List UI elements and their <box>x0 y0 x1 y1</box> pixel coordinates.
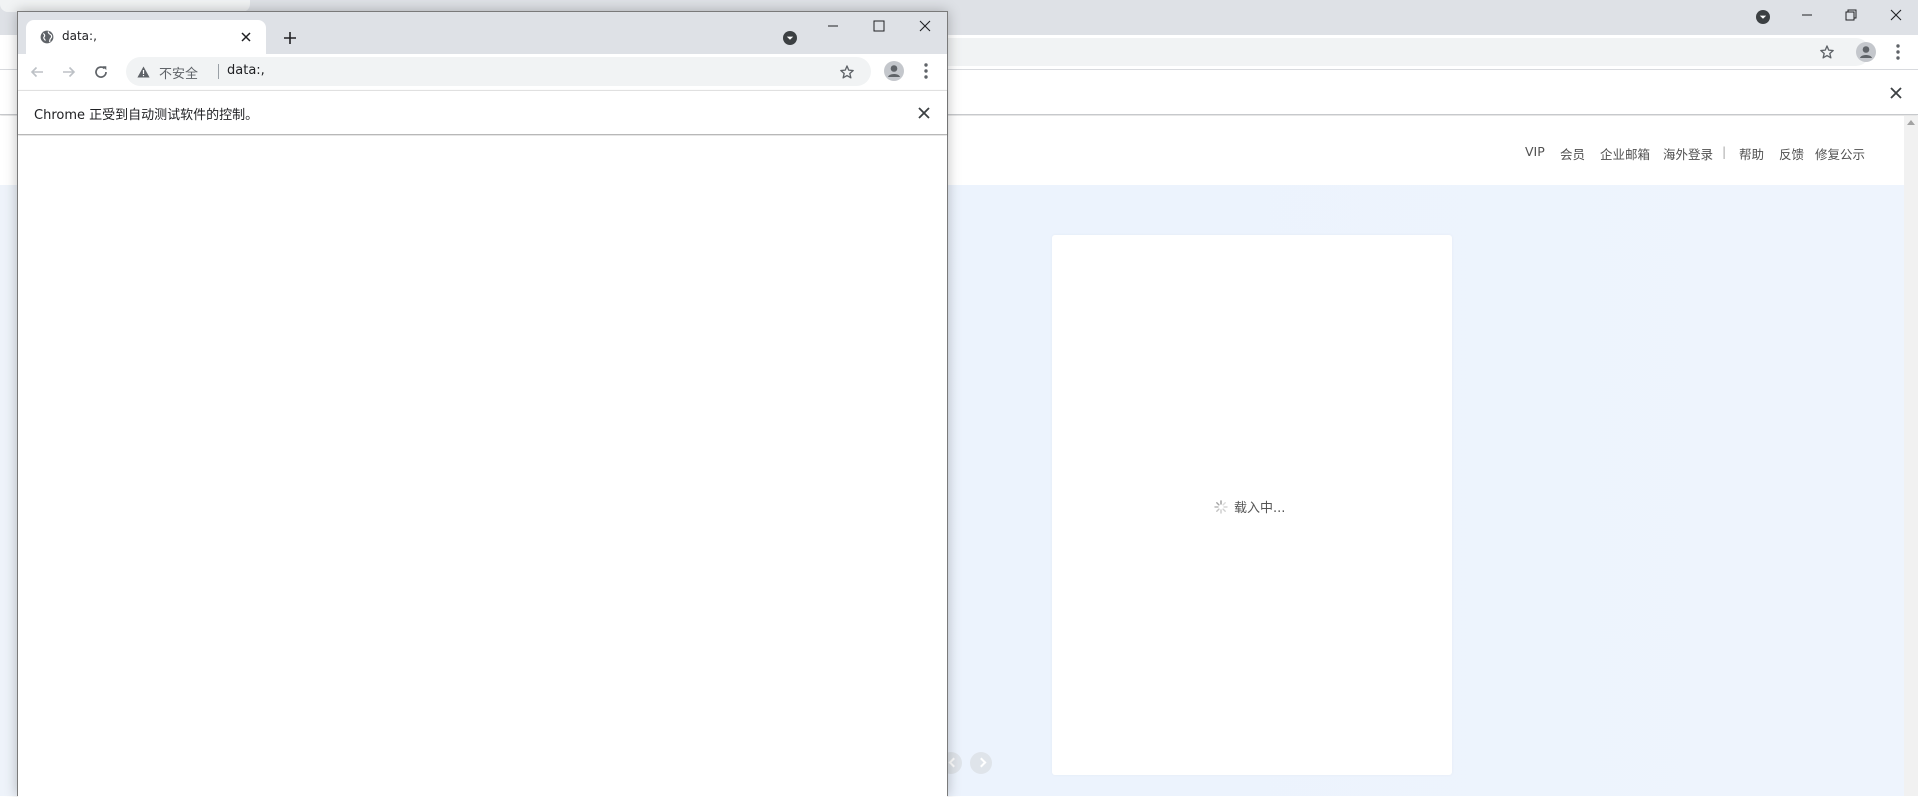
new-tab-icon[interactable] <box>279 27 301 49</box>
toolbar: 不安全 data:, <box>18 54 947 90</box>
loading-text: 载入中... <box>1234 501 1286 516</box>
page-scrollbar[interactable] <box>1904 116 1918 796</box>
menu-kebab-icon[interactable] <box>1888 41 1908 63</box>
title-bar: data:, <box>18 12 947 54</box>
nav-separator: | <box>1722 144 1727 159</box>
close-window-icon[interactable] <box>910 14 940 38</box>
maximize-icon[interactable] <box>864 14 894 38</box>
carousel-next-icon[interactable] <box>970 752 992 774</box>
nav-link-help[interactable]: 帮助 <box>1739 144 1764 163</box>
tab-search-icon[interactable] <box>1752 6 1774 28</box>
address-bar[interactable]: 不安全 data:, <box>126 57 871 86</box>
nav-link-vip[interactable]: VIP <box>1525 144 1545 159</box>
url-text[interactable]: data:, <box>227 63 265 78</box>
minimize-icon[interactable] <box>818 14 848 38</box>
blank-page-content <box>18 136 947 797</box>
foreground-browser-window: data:, 不安全 data:, Chrome 正受到自动测试软件的控制。 <box>17 11 948 797</box>
nav-link-member[interactable]: 会员 <box>1560 144 1585 163</box>
loading-spinner-icon <box>1214 500 1228 514</box>
minimize-icon[interactable] <box>1794 3 1820 27</box>
automation-infobar: Chrome 正受到自动测试软件的控制。 <box>18 90 947 135</box>
tab-title: data:, <box>62 29 97 43</box>
warning-icon[interactable] <box>136 64 151 79</box>
infobar-close-icon[interactable] <box>1886 83 1906 103</box>
infobar-close-icon[interactable] <box>915 104 933 122</box>
profile-avatar-icon[interactable] <box>882 59 906 83</box>
globe-icon <box>39 29 55 45</box>
reload-icon[interactable] <box>90 61 112 83</box>
bookmark-star-icon[interactable] <box>838 63 856 81</box>
nav-link-repair-notice[interactable]: 修复公示 <box>1815 144 1865 163</box>
tab-search-icon[interactable] <box>779 27 801 49</box>
forward-arrow-icon[interactable] <box>58 61 80 83</box>
close-window-icon[interactable] <box>1883 3 1909 27</box>
omnibox-divider <box>218 64 219 79</box>
nav-link-overseas-login[interactable]: 海外登录 <box>1663 144 1713 163</box>
security-status-label[interactable]: 不安全 <box>159 63 198 82</box>
bookmark-star-icon[interactable] <box>1816 41 1838 63</box>
nav-link-enterprise-mail[interactable]: 企业邮箱 <box>1600 144 1650 163</box>
menu-kebab-icon[interactable] <box>916 60 936 82</box>
scroll-up-arrow-icon[interactable] <box>1907 120 1915 125</box>
profile-avatar-icon[interactable] <box>1854 40 1878 64</box>
loading-indicator: 载入中... <box>1214 497 1285 516</box>
active-tab[interactable]: data:, <box>26 20 266 54</box>
automation-warning-text: Chrome 正受到自动测试软件的控制。 <box>34 108 259 123</box>
restore-icon[interactable] <box>1838 3 1864 27</box>
tab-close-icon[interactable] <box>238 29 254 45</box>
back-arrow-icon[interactable] <box>26 61 48 83</box>
nav-link-feedback[interactable]: 反馈 <box>1779 144 1804 163</box>
